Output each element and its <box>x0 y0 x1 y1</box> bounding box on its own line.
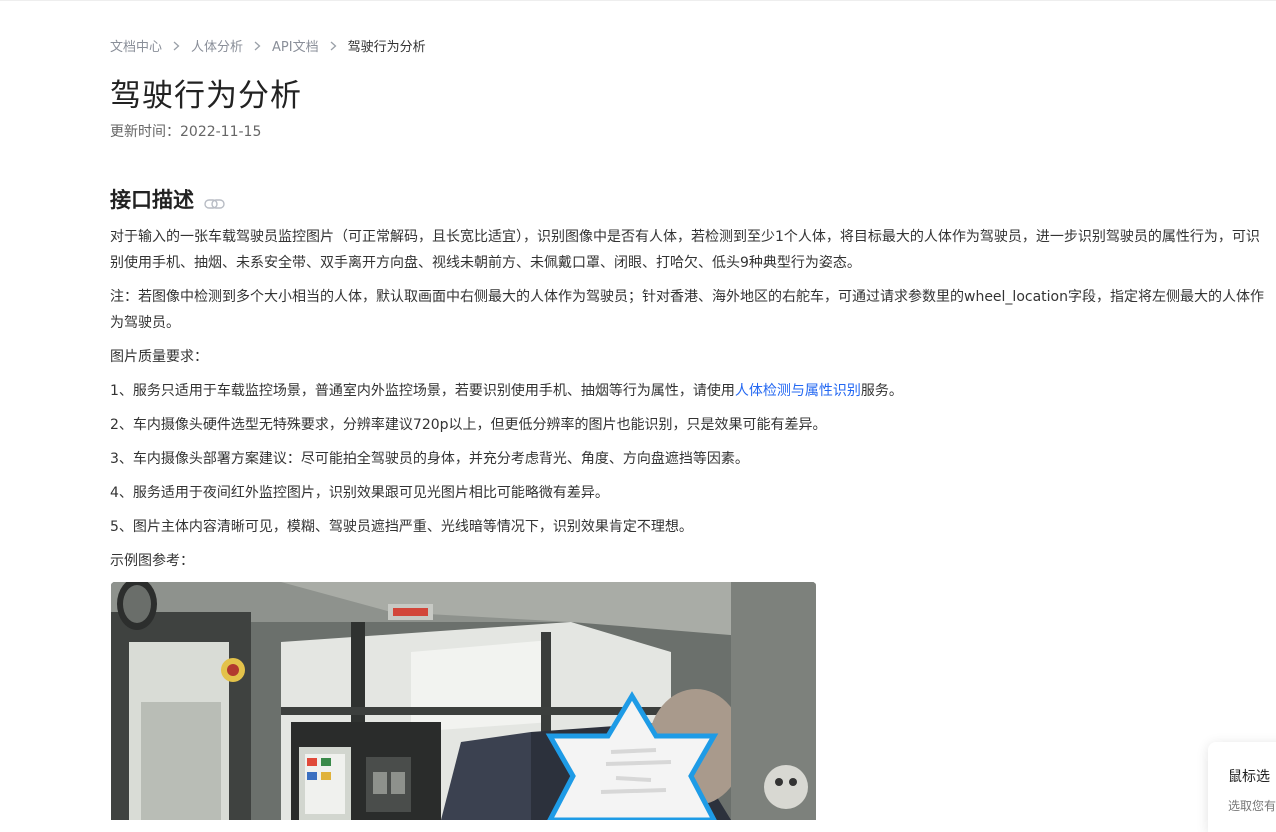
requirement-4: 4、服务适用于夜间红外监控图片，识别效果跟可见光图片相比可能略微有差异。 <box>110 485 609 501</box>
breadcrumb-item-doc-center[interactable]: 文档中心 <box>110 36 162 55</box>
chevron-right-icon <box>330 41 337 51</box>
section-title-text: 接口描述 <box>110 188 194 212</box>
requirement-1: 1、服务只适用于车载监控场景，普通室内外监控场景，若要识别使用手机、抽烟等行为属… <box>110 378 1270 404</box>
requirement-1-text: 1、服务只适用于车载监控场景，普通室内外监控场景，若要识别使用手机、抽烟等行为属… <box>110 383 735 399</box>
quality-heading: 图片质量要求： <box>110 349 208 365</box>
update-time-label: 更新时间： <box>110 124 180 140</box>
update-time: 更新时间：2022-11-15 <box>110 121 261 141</box>
requirement-1-suffix: 服务。 <box>860 383 903 399</box>
requirement-2: 2、车内摄像头硬件选型无特殊要求，分辨率建议720p以上，但更低分辨率的图片也能… <box>110 417 827 433</box>
breadcrumb: 文档中心 人体分析 API文档 驾驶行为分析 <box>110 36 426 55</box>
top-divider <box>0 0 1276 1</box>
popup-subtitle: 选取您有 <box>1228 799 1276 813</box>
example-image <box>111 582 816 820</box>
breadcrumb-item-api-doc[interactable]: API文档 <box>272 36 319 55</box>
link-icon[interactable] <box>204 192 226 209</box>
selection-tooltip-popup[interactable]: 鼠标选 选取您有 <box>1208 742 1276 832</box>
chevron-right-icon <box>173 41 180 51</box>
note-paragraph: 注：若图像中检测到多个大小相当的人体，默认取画面中右侧最大的人体作为驾驶员；针对… <box>110 289 1264 331</box>
page-title: 驾驶行为分析 <box>110 78 302 114</box>
popup-title: 鼠标选 <box>1228 769 1270 785</box>
example-heading: 示例图参考： <box>110 553 194 569</box>
section-title: 接口描述 <box>110 184 226 214</box>
breadcrumb-item-body-analysis[interactable]: 人体分析 <box>191 36 243 55</box>
description-paragraph: 对于输入的一张车载驾驶员监控图片（可正常解码，且长宽比适宜），识别图像中是否有人… <box>110 229 1260 271</box>
requirement-5: 5、图片主体内容清晰可见，模糊、驾驶员遮挡严重、光线暗等情况下，识别效果肯定不理… <box>110 519 693 535</box>
chevron-right-icon <box>254 41 261 51</box>
update-time-value: 2022-11-15 <box>180 124 262 140</box>
body-detection-link[interactable]: 人体检测与属性识别 <box>735 383 861 399</box>
requirement-3: 3、车内摄像头部署方案建议：尽可能拍全驾驶员的身体，并充分考虑背光、角度、方向盘… <box>110 451 749 467</box>
breadcrumb-item-current: 驾驶行为分析 <box>347 40 426 55</box>
